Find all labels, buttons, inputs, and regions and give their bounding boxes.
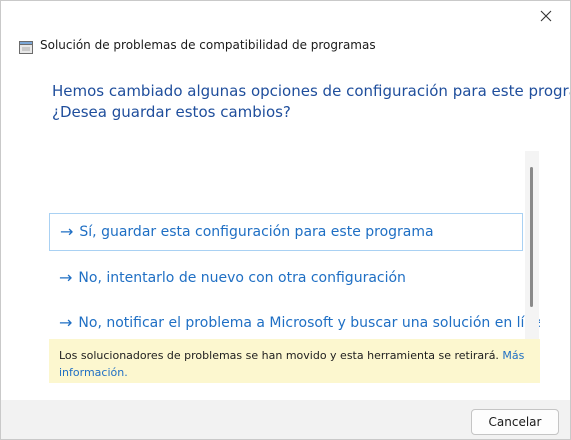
arrow-right-icon: → — [60, 222, 74, 241]
option-report-problem[interactable]: → No, notificar el problema a Microsoft … — [49, 304, 540, 342]
more-info-link-line-1: Más — [502, 349, 525, 362]
more-info-link-line-2: información. — [59, 366, 128, 379]
arrow-right-icon: → — [59, 313, 73, 332]
compatibility-troubleshooter-icon — [19, 39, 33, 54]
option-label: Sí, guardar esta configuración para este… — [79, 224, 434, 240]
window-title: Solución de problemas de compatibilidad … — [40, 38, 376, 52]
scrollbar-thumb[interactable] — [530, 167, 533, 307]
notice-text: Los solucionadores de problemas se han m… — [59, 349, 503, 362]
retirement-notice: Los solucionadores de problemas se han m… — [49, 339, 540, 383]
prompt-heading: Hemos cambiado algunas opciones de confi… — [52, 81, 571, 123]
close-icon — [540, 10, 552, 22]
troubleshooter-window: Solución de problemas de compatibilidad … — [0, 0, 571, 440]
title-bar: Solución de problemas de compatibilidad … — [19, 36, 376, 54]
cancel-button[interactable]: Cancelar — [471, 409, 559, 435]
close-button[interactable] — [529, 3, 563, 29]
options-list: → Sí, guardar esta configuración para es… — [49, 149, 540, 344]
option-save-settings[interactable]: → Sí, guardar esta configuración para es… — [49, 213, 523, 251]
prompt-line-1: Hemos cambiado algunas opciones de confi… — [52, 82, 571, 100]
arrow-right-icon: → — [59, 268, 73, 287]
prompt-line-2: ¿Desea guardar estos cambios? — [52, 103, 291, 121]
options-scrollbar[interactable] — [525, 151, 539, 343]
option-label: No, intentarlo de nuevo con otra configu… — [78, 270, 406, 286]
option-label: No, notificar el problema a Microsoft y … — [78, 315, 540, 331]
option-try-again[interactable]: → No, intentarlo de nuevo con otra confi… — [49, 259, 523, 297]
